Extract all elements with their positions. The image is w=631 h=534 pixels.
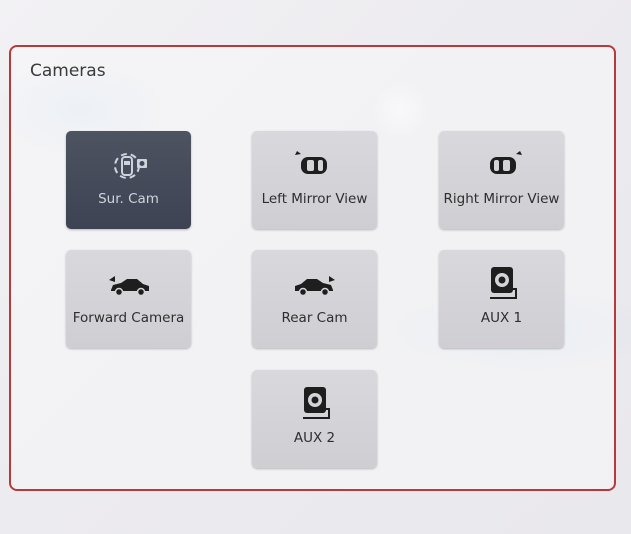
aux-camera-icon [252,384,377,424]
tile-label: Sur. Cam [98,191,159,207]
aux-2-button[interactable]: AUX 2 [252,370,377,468]
aux-1-button[interactable]: AUX 1 [439,250,564,348]
forward-camera-button[interactable]: Forward Camera [66,250,191,348]
car-side-icon [66,268,191,302]
left-mirror-car-icon [252,149,377,183]
tile-label: Forward Camera [72,310,185,326]
surround-camera-button[interactable]: Sur. Cam [66,131,191,229]
right-mirror-view-button[interactable]: Right Mirror View [439,131,564,229]
tile-label: Left Mirror View [261,191,368,207]
panel-title: Cameras [30,61,106,81]
left-mirror-view-button[interactable]: Left Mirror View [252,131,377,229]
camera-screen: Cameras Sur. Cam Left Mirror View Right … [0,0,631,534]
tile-label: Rear Cam [281,310,348,326]
tile-label: Right Mirror View [443,191,560,207]
right-mirror-car-icon [439,149,564,183]
tile-label: AUX 1 [480,310,523,326]
tile-label: AUX 2 [293,430,336,446]
rear-camera-button[interactable]: Rear Cam [252,250,377,348]
aux-camera-icon [439,264,564,304]
car-side-icon [252,268,377,302]
surround-camera-icon [66,149,191,183]
